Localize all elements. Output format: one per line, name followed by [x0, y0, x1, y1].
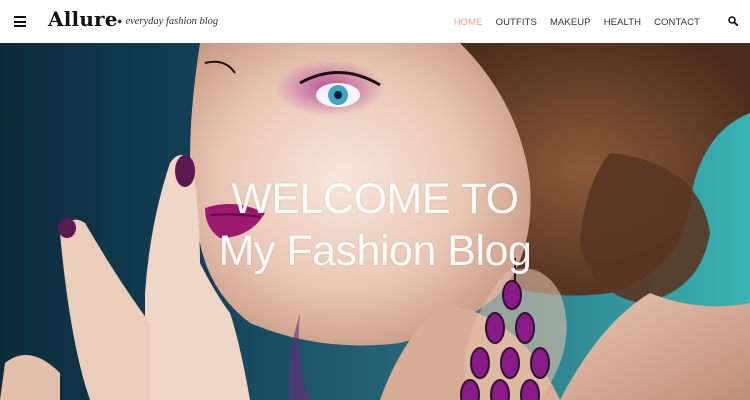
hamburger-menu-icon[interactable] [14, 16, 26, 27]
tagline-bullet-icon: ● [117, 16, 123, 26]
hero-heading: WELCOME TO My Fashion Blog [0, 173, 750, 277]
nav-contact[interactable]: CONTACT [654, 17, 700, 28]
nav-health[interactable]: HEALTH [604, 17, 641, 28]
site-header: Allure ● everyday fashion blog HOME OUTFI… [0, 0, 750, 43]
hero-banner: WELCOME TO My Fashion Blog [0, 43, 750, 400]
hero-line-2: My Fashion Blog [218, 227, 532, 275]
site-logo[interactable]: Allure [48, 7, 118, 31]
search-icon[interactable] [728, 16, 738, 26]
nav-makeup[interactable]: MAKEUP [550, 17, 591, 28]
tagline-text: everyday fashion blog [125, 16, 219, 27]
main-nav: HOME OUTFITS MAKEUP HEALTH CONTACT [441, 17, 700, 28]
nav-outfits[interactable]: OUTFITS [496, 17, 537, 28]
nav-home[interactable]: HOME [454, 17, 483, 28]
site-tagline: ● everyday fashion blog [117, 16, 218, 27]
hero-line-1: WELCOME TO [231, 175, 519, 223]
